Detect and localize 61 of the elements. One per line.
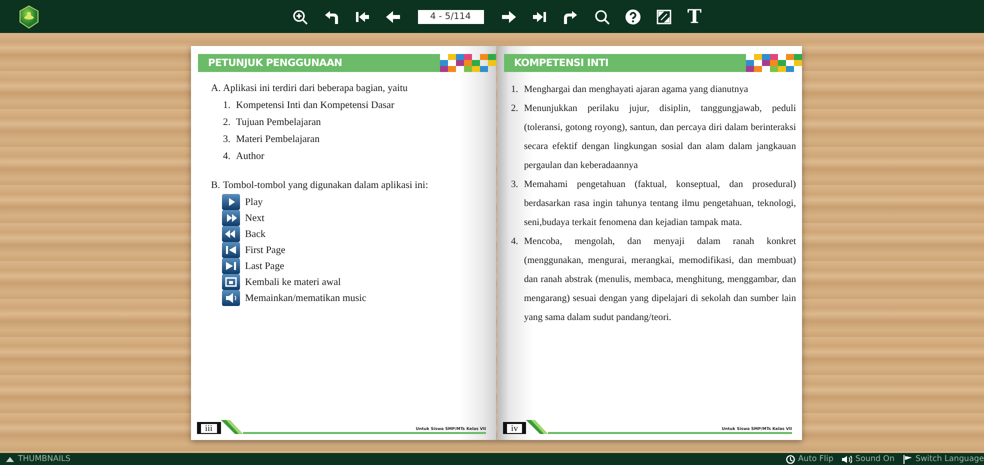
skip-forward-icon [222, 257, 240, 275]
text-button[interactable]: T [686, 6, 702, 26]
list-marker: 1. [511, 83, 520, 97]
list-marker: 3. [223, 133, 232, 147]
button-description: Last Page [245, 260, 284, 272]
skip-back-icon [222, 241, 240, 259]
speaker-icon [222, 289, 240, 307]
list-text: Tombol-tombol yang digunakan dalam aplikasi ini: [223, 179, 428, 193]
list-marker: 4. [511, 235, 520, 249]
list-marker: 3. [511, 178, 520, 192]
sound-button[interactable]: Sound On [841, 453, 895, 465]
thumbnails-button[interactable]: THUMBNAILS [0, 453, 70, 465]
list-text: Menunjukkan perilaku jujur, disiplin, tanggungjawab, peduli (toleransi, gotong royong), santun, dan percaya diri dalam berinteraksi secara efektif dengan lingkungan sosial dan alam dalam jangkauan pergaulan dan keberadaannya [524, 102, 796, 173]
emblem-logo[interactable] [17, 5, 41, 29]
flag-icon [902, 454, 913, 464]
list-text: Menghargai dan menghayati ajaran agama yang dianutnya [524, 83, 748, 97]
list-text: Memahami pengetahuan (faktual, konseptual, dan prosedural) berdasarkan rasa ingin tahunya tentang ilmu pengetahuan, teknologi, seni,budaya terkait fenomena dan kejadian tampak mata. [524, 178, 796, 230]
list-marker: 2. [511, 102, 520, 116]
list-text: Mencoba, mengolah, dan menyaji dalam ranah konkret (menggunakan, mengurai, merangkai, memodifikasi, dan membuat) dan ranah abstrak (menulis, membaca, menghitung, menggambar, dan mengarang) sesuai dengan yang dipelajari di sekolah dan sumber lain yang sama dalam sudut pandang/teori. [524, 235, 796, 325]
speaker-icon [841, 454, 852, 464]
diagonal-stripe-drawing [526, 420, 548, 434]
switch-language-button[interactable]: Switch Language [902, 453, 984, 465]
button-description: Play [245, 196, 263, 208]
list-text: Author [236, 150, 264, 164]
list-text: Tujuan Pembelajaran [236, 116, 321, 130]
zoom-in-button[interactable] [292, 8, 308, 24]
list-marker: 2. [223, 116, 232, 130]
auto-flip-button[interactable]: Auto Flip [786, 453, 834, 465]
button-description: Back [245, 228, 266, 240]
frame-icon [222, 273, 240, 291]
clock-icon [786, 454, 796, 464]
button-description: First Page [245, 244, 286, 256]
diagonal-stripe-drawing [220, 420, 243, 434]
list-marker: B. [211, 179, 222, 193]
section-title: PETUNJUK PENGGUNAAN [207, 58, 342, 68]
double-arrow-left-icon [222, 225, 240, 243]
arrow-left-button[interactable] [384, 8, 400, 24]
fullscreen-button[interactable] [656, 8, 672, 24]
play-icon [222, 193, 240, 211]
pixel-mosaic-drawing [746, 54, 802, 72]
list-marker: 1. [223, 99, 232, 113]
button-description: Kembali ke materi awal [245, 276, 341, 288]
pixel-mosaic-drawing [440, 54, 496, 72]
page-number: iv [507, 424, 522, 432]
page-number: iii [201, 424, 217, 432]
double-arrow-right-icon [222, 209, 240, 227]
button-description: Memainkan/mematikan music [245, 292, 366, 304]
arrow-right-button[interactable] [500, 8, 516, 24]
triangle-up-icon [5, 454, 15, 464]
search-button[interactable] [594, 8, 610, 24]
list-text: Kompetensi Inti dan Kompetensi Dasar [236, 99, 394, 113]
list-text: Materi Pembelajaran [236, 133, 320, 147]
button-description: Next [245, 212, 264, 224]
page-number-field[interactable]: 4 - 5/114 [418, 10, 484, 24]
list-marker: 4. [223, 150, 232, 164]
section-title: KOMPETENSI INTI [513, 58, 608, 68]
curved-arrow-right-button[interactable] [562, 8, 578, 24]
curved-arrow-left-button[interactable] [322, 8, 338, 24]
help-button[interactable] [624, 8, 640, 24]
list-text: Aplikasi ini terdiri dari beberapa bagian, yaitu [223, 82, 408, 96]
list-marker: A. [211, 82, 222, 96]
